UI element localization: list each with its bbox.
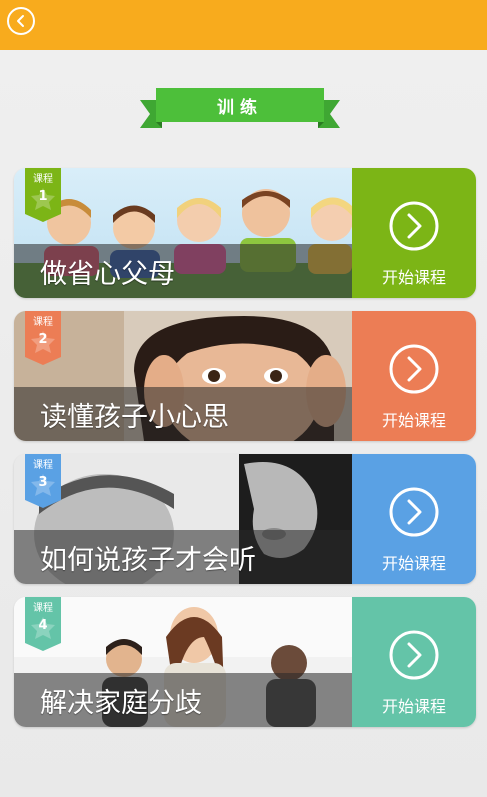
course-tag: 课程 bbox=[33, 603, 53, 614]
course-card-3[interactable]: 课程 3 如何说孩子才会听 开始课程 bbox=[14, 454, 476, 584]
chevron-right-circle-icon bbox=[389, 201, 439, 251]
course-tag: 课程 bbox=[33, 317, 53, 328]
course-card-4[interactable]: 课程 4 解决家庭分歧 开始课程 bbox=[14, 597, 476, 727]
course-number: 1 bbox=[38, 189, 48, 204]
course-ribbon-2: 课程 2 bbox=[25, 311, 61, 365]
start-course-button-1[interactable]: 开始课程 bbox=[352, 168, 476, 298]
course-title-bar: 做省心父母 bbox=[14, 244, 352, 298]
start-course-button-3[interactable]: 开始课程 bbox=[352, 454, 476, 584]
course-number: 3 bbox=[38, 475, 48, 490]
start-course-label: 开始课程 bbox=[381, 411, 446, 430]
course-ribbon-1: 课程 1 bbox=[25, 168, 61, 222]
course-title: 如何说孩子才会听 bbox=[40, 545, 256, 576]
start-course-label: 开始课程 bbox=[381, 268, 446, 287]
chevron-right-circle-icon bbox=[389, 630, 439, 680]
chevron-left-circle-icon bbox=[17, 15, 24, 27]
course-ribbon-4: 课程 4 bbox=[25, 597, 61, 651]
course-title: 做省心父母 bbox=[40, 259, 175, 290]
course-ribbon-3: 课程 3 bbox=[25, 454, 61, 508]
course-number: 4 bbox=[38, 618, 48, 633]
back-button[interactable] bbox=[7, 7, 35, 35]
start-course-label: 开始课程 bbox=[381, 554, 446, 573]
chevron-right-circle-icon bbox=[389, 344, 439, 394]
course-title: 解决家庭分歧 bbox=[40, 688, 202, 719]
top-bar bbox=[0, 0, 487, 50]
start-course-button-2[interactable]: 开始课程 bbox=[352, 311, 476, 441]
course-number: 2 bbox=[38, 332, 48, 347]
course-title-bar: 解决家庭分歧 bbox=[14, 673, 352, 727]
chevron-right-circle-icon bbox=[389, 487, 439, 537]
start-course-label: 开始课程 bbox=[381, 697, 446, 716]
course-tag: 课程 bbox=[33, 460, 53, 471]
course-title: 读懂孩子小心思 bbox=[40, 402, 229, 433]
section-banner: 训练 bbox=[140, 86, 340, 130]
course-card-2[interactable]: 课程 2 读懂孩子小心思 开始课程 bbox=[14, 311, 476, 441]
course-title-bar: 读懂孩子小心思 bbox=[14, 387, 352, 441]
course-title-bar: 如何说孩子才会听 bbox=[14, 530, 352, 584]
start-course-button-4[interactable]: 开始课程 bbox=[352, 597, 476, 727]
course-card-1[interactable]: 课程 1 做省心父母 开始课程 bbox=[14, 168, 476, 298]
course-tag: 课程 bbox=[33, 174, 53, 185]
section-title: 训练 bbox=[217, 98, 263, 118]
